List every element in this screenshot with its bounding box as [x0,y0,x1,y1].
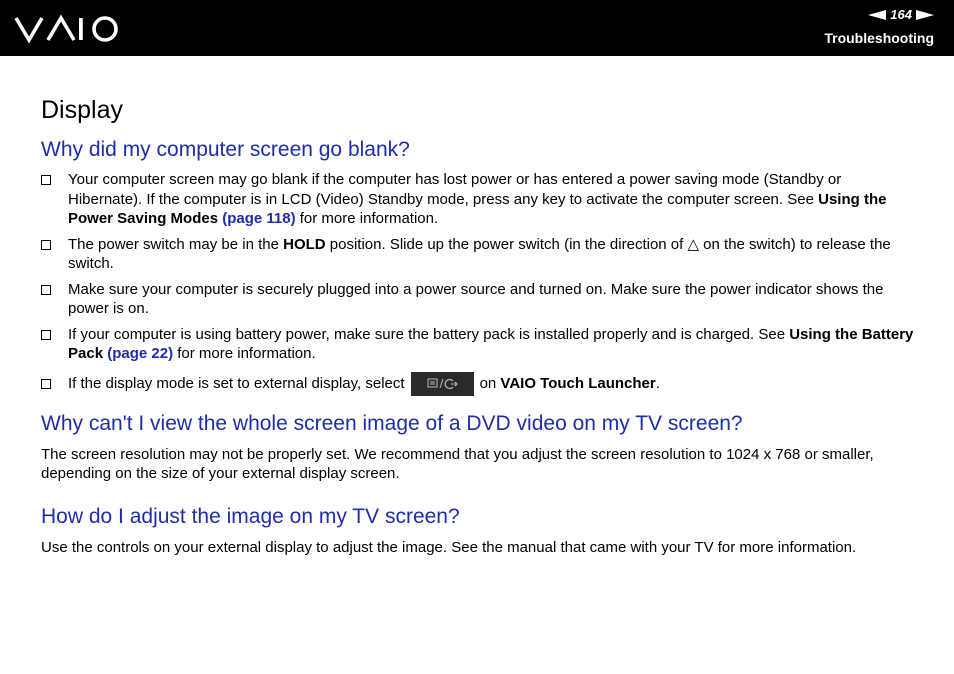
answer-paragraph: The screen resolution may not be properl… [41,445,874,483]
page-title: Display [41,96,123,124]
item-text: for more information. [173,345,316,362]
checkbox-bullet-icon [41,239,51,250]
arrow-left-icon[interactable] [868,9,887,20]
page-navigation: 164 [868,7,934,22]
list-item: If your computer is using battery power,… [41,325,916,364]
list-item: If the display mode is set to external d… [41,370,916,396]
vaio-logo [14,14,118,44]
question-heading-blank-screen: Why did my computer screen go blank? [41,138,410,161]
checkbox-bullet-icon [41,329,51,340]
section-name: Troubleshooting [824,30,934,46]
item-bold-text: VAIO Touch Launcher [500,374,656,392]
answer-list: Your computer screen may go blank if the… [41,170,916,396]
page-number: 164 [890,7,912,22]
checkbox-bullet-icon [41,284,51,295]
list-item: Your computer screen may go blank if the… [41,170,916,229]
item-text: The power switch may be in the [68,235,284,253]
page-link[interactable]: (page 118) [222,210,295,227]
item-text: for more information. [295,210,439,227]
list-item: Make sure your computer is securely plug… [41,280,916,319]
item-text: . [655,374,660,392]
item-text: If the display mode is set to external d… [68,374,405,392]
item-text: Your computer screen may go blank if the… [68,171,842,208]
answer-paragraph: Use the controls on your external displa… [41,538,857,556]
page-link[interactable]: (page 22) [107,345,173,362]
item-bold-text: HOLD [283,235,326,253]
list-item: The power switch may be in the HOLD posi… [41,235,916,274]
display-switch-icon [427,378,458,389]
checkbox-bullet-icon [41,175,51,185]
question-heading-adjust-image: How do I adjust the image on my TV scree… [41,504,460,528]
arrow-right-icon[interactable] [916,9,934,20]
checkbox-bullet-icon [41,378,51,389]
page-content: Display Why did my computer screen go bl… [41,95,916,557]
item-text: on [479,374,497,392]
item-text: Make sure your computer is securely plug… [68,280,884,318]
item-text: If your computer is using battery power,… [68,325,790,343]
page-header: 164 Troubleshooting [0,0,954,56]
display-switch-button[interactable] [410,371,474,396]
question-heading-dvd-video: Why can't I view the whole screen image … [41,411,743,435]
